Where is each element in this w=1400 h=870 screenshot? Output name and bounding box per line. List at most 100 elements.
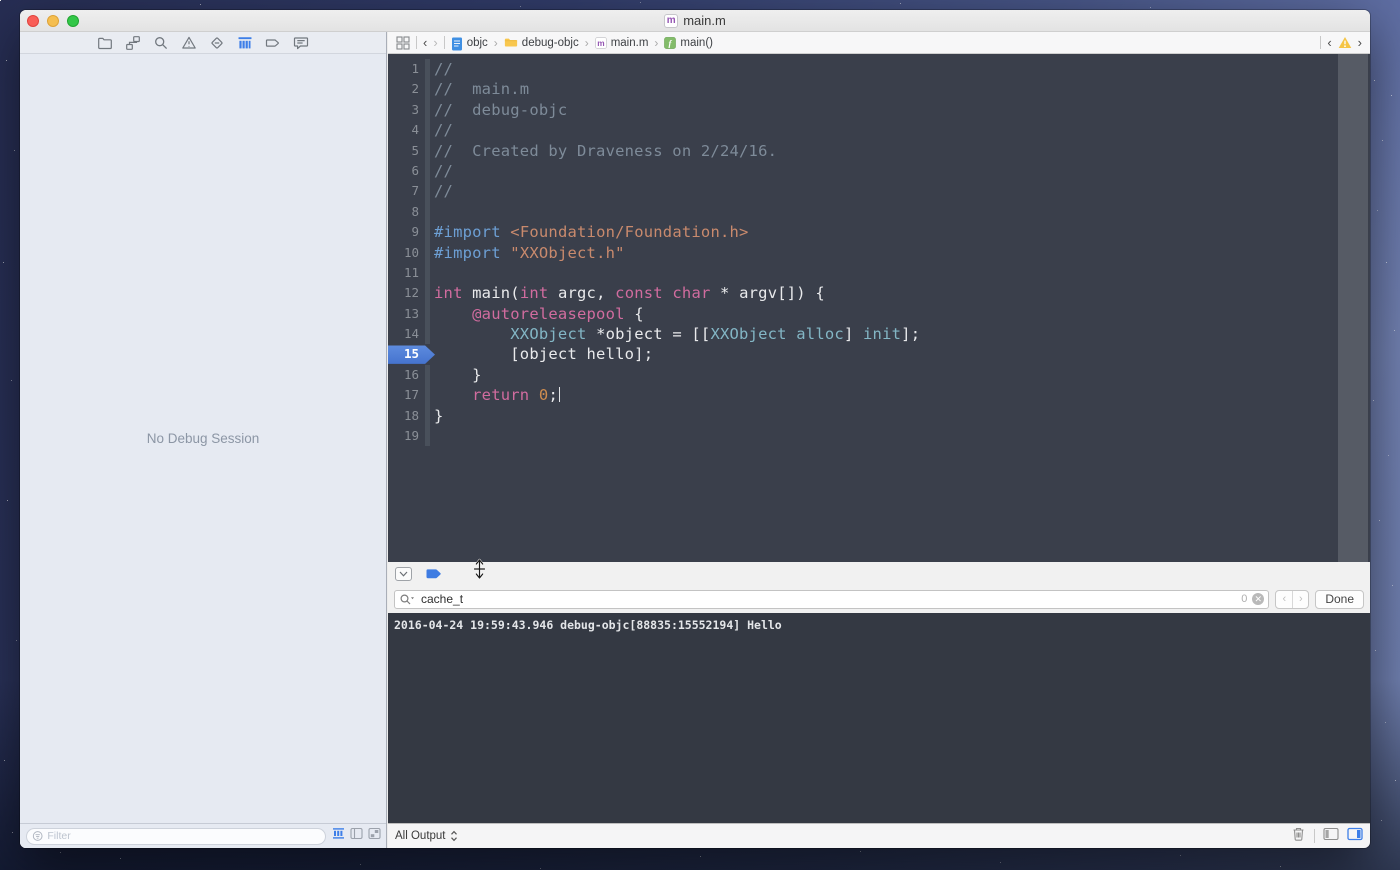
breakpoint-navigator-icon[interactable] — [265, 34, 282, 51]
console-search-field[interactable]: 0 ✕ — [394, 589, 1270, 611]
code-text[interactable]: } — [430, 365, 482, 385]
breadcrumb-project[interactable]: objc — [451, 37, 488, 50]
report-navigator-icon[interactable] — [293, 34, 310, 51]
go-forward-button[interactable]: › — [433, 35, 437, 50]
test-navigator-icon[interactable] — [209, 34, 226, 51]
close-button[interactable] — [27, 15, 39, 27]
code-text[interactable]: // — [430, 120, 453, 140]
code-text[interactable]: #import <Foundation/Foundation.h> — [430, 222, 749, 242]
breadcrumb-group[interactable]: debug-objc — [504, 36, 579, 50]
function-icon: f — [664, 36, 677, 49]
console-bottom-bar: All Output — [388, 823, 1370, 848]
code-line: 6// — [388, 160, 1370, 182]
project-navigator-icon[interactable] — [97, 34, 114, 51]
breakpoint-marker[interactable]: 15 — [388, 344, 425, 364]
previous-issue-button[interactable]: ‹ — [1327, 35, 1331, 50]
divider — [416, 36, 417, 49]
divider — [443, 36, 445, 49]
breadcrumb-separator: › — [584, 35, 589, 50]
debug-navigator-icon[interactable] — [237, 34, 254, 51]
line-number[interactable]: 9 — [388, 222, 425, 242]
view-process-by-ui-icon[interactable] — [368, 827, 381, 845]
next-issue-button[interactable]: › — [1358, 35, 1362, 50]
jump-bar: ‹ › objc › debug-objc › m main.m › f mai… — [388, 32, 1370, 54]
go-back-button[interactable]: ‹ — [423, 35, 427, 50]
line-number[interactable]: 17 — [388, 385, 425, 405]
symbol-navigator-icon[interactable] — [125, 34, 142, 51]
view-process-by-queue-icon[interactable] — [332, 827, 345, 845]
line-number[interactable]: 4 — [388, 120, 425, 140]
code-text[interactable]: // — [430, 181, 453, 201]
line-number[interactable]: 3 — [388, 100, 425, 120]
code-text[interactable]: // — [430, 59, 453, 79]
done-button[interactable]: Done — [1315, 589, 1364, 609]
line-number[interactable]: 11 — [388, 263, 425, 283]
breadcrumb-separator: › — [493, 35, 498, 50]
breadcrumb-file[interactable]: m main.m — [594, 37, 648, 49]
clear-console-icon[interactable] — [1291, 826, 1306, 847]
code-text[interactable]: // debug-objc — [430, 100, 567, 120]
view-process-by-thread-icon[interactable] — [350, 827, 363, 845]
code-line: 7// — [388, 181, 1370, 202]
search-icon[interactable] — [399, 593, 415, 611]
editor-scrollbar[interactable] — [1338, 54, 1368, 562]
code-line: 15 [object hello]; — [388, 344, 1370, 364]
code-text[interactable]: } — [430, 406, 444, 426]
debug-area-toolbar — [388, 558, 1370, 585]
line-number[interactable]: 16 — [388, 365, 425, 385]
code-text[interactable]: int main(int argc, const char * argv[]) … — [430, 283, 825, 303]
find-next-button[interactable]: › — [1292, 590, 1308, 608]
navigator-filter-field[interactable] — [26, 827, 326, 845]
breadcrumb-separator: › — [654, 35, 659, 50]
no-debug-session-label: No Debug Session — [146, 431, 260, 446]
line-number[interactable]: 5 — [388, 141, 425, 161]
code-text[interactable] — [430, 202, 434, 222]
show-variables-view-icon[interactable] — [1323, 827, 1339, 846]
code-text[interactable] — [430, 263, 434, 283]
code-text[interactable]: return 0; — [430, 385, 561, 405]
code-line: 3// debug-objc — [388, 99, 1370, 121]
line-number[interactable]: 18 — [388, 406, 425, 426]
code-text[interactable]: // main.m — [430, 79, 529, 99]
find-navigator-icon[interactable] — [153, 34, 170, 51]
code-text[interactable]: @autoreleasepool { — [430, 304, 644, 324]
navigator-filter-input[interactable] — [47, 830, 320, 842]
breadcrumb-symbol[interactable]: f main() — [664, 37, 713, 49]
text-cursor — [558, 387, 561, 403]
navigator-filter-bar — [20, 823, 386, 848]
code-line: 5// Created by Draveness on 2/24/16. — [388, 140, 1370, 161]
minimize-button[interactable] — [47, 15, 59, 27]
related-items-icon[interactable] — [396, 35, 410, 50]
code-text[interactable]: // — [430, 161, 453, 181]
show-console-view-icon[interactable] — [1347, 827, 1363, 846]
find-previous-button[interactable]: ‹ — [1276, 591, 1292, 608]
issue-navigator-icon[interactable] — [181, 34, 198, 51]
code-text[interactable] — [430, 426, 434, 446]
code-text[interactable]: // Created by Draveness on 2/24/16. — [430, 141, 777, 161]
line-number[interactable]: 14 — [388, 324, 425, 344]
output-filter-dropdown[interactable]: All Output — [395, 830, 458, 842]
line-number[interactable]: 13 — [388, 304, 425, 324]
code-text[interactable]: [object hello]; — [430, 344, 653, 364]
code-text[interactable]: #import "XXObject.h" — [430, 243, 625, 263]
source-editor[interactable]: 1//2// main.m 3// debug-objc 4//5// Create… — [388, 54, 1370, 562]
star-field — [0, 0, 1, 1]
line-number[interactable]: 1 — [388, 59, 425, 79]
line-number[interactable]: 7 — [388, 181, 425, 201]
line-number[interactable]: 19 — [388, 426, 425, 446]
hide-debug-area-button[interactable] — [395, 566, 412, 581]
warning-icon[interactable] — [1338, 36, 1352, 50]
activate-breakpoints-button[interactable] — [425, 568, 443, 580]
code-text[interactable]: XXObject *object = [[XXObject alloc] ini… — [430, 324, 920, 344]
window-titlebar[interactable]: m main.m — [20, 10, 1370, 32]
line-number[interactable]: 8 — [388, 202, 425, 222]
line-number[interactable]: 2 — [388, 79, 425, 99]
line-number[interactable]: 12 — [388, 283, 425, 303]
console-output[interactable]: 2016-04-24 19:59:43.946 debug-objc[88835… — [388, 613, 1370, 823]
zoom-button[interactable] — [67, 15, 79, 27]
divider — [1320, 36, 1322, 49]
line-number[interactable]: 6 — [388, 161, 425, 181]
line-number[interactable]: 10 — [388, 243, 425, 263]
code-line: 17 return 0; — [388, 385, 1370, 406]
console-filter-input[interactable] — [394, 589, 1270, 609]
